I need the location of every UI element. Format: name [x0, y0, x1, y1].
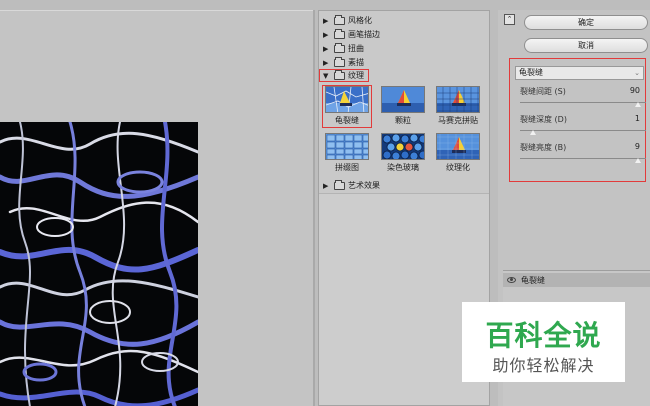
- folder-open-icon: [334, 69, 345, 80]
- preview-divider[interactable]: [313, 10, 315, 406]
- filter-select-dropdown[interactable]: 龟裂缝 ⌄: [515, 66, 644, 80]
- param-label-crack-spacing: 裂缝间距 (S): [520, 87, 566, 96]
- category-sketch[interactable]: ▶ 素描: [323, 56, 364, 69]
- param-label-crack-depth: 裂缝深度 (D): [520, 115, 567, 124]
- preview-image: [0, 122, 198, 406]
- category-stylize[interactable]: ▶ 风格化: [323, 14, 372, 27]
- category-label: 画笔描边: [348, 30, 380, 39]
- thumb-texturizer[interactable]: [436, 133, 480, 160]
- param-value-crack-spacing[interactable]: 90: [610, 86, 640, 95]
- preview-area[interactable]: [0, 10, 313, 406]
- category-distort[interactable]: ▶ 扭曲: [323, 42, 364, 55]
- cancel-button[interactable]: 取消: [524, 38, 648, 53]
- expand-arrow-icon: ▶: [323, 58, 329, 67]
- thumb-label-stained-glass: 染色玻璃: [387, 163, 419, 172]
- category-label: 纹理: [348, 71, 364, 80]
- visibility-eye-icon[interactable]: [507, 277, 516, 283]
- folder-icon: [334, 56, 345, 67]
- watermark-logo: 百科全说 助你轻松解决: [462, 302, 625, 382]
- chevron-down-icon: ⌄: [634, 69, 640, 77]
- effect-layer-row[interactable]: 龟裂缝: [503, 273, 650, 287]
- thumb-patchwork[interactable]: [325, 133, 369, 160]
- filter-select-value: 龟裂缝: [519, 68, 543, 77]
- effect-layer-name: 龟裂缝: [521, 275, 545, 285]
- expand-arrow-icon: ▶: [323, 16, 329, 25]
- watermark-title: 百科全说: [485, 319, 602, 352]
- watermark-subtitle: 助你轻松解决: [492, 356, 595, 375]
- category-label: 艺术效果: [348, 181, 380, 190]
- category-artistic[interactable]: ▶ 艺术效果: [323, 179, 380, 192]
- thumb-stained-glass[interactable]: [381, 133, 425, 160]
- ok-button[interactable]: 确定: [524, 15, 648, 30]
- category-label: 扭曲: [348, 44, 364, 53]
- expand-arrow-icon: ▶: [323, 30, 329, 39]
- slider-handle-crack-depth[interactable]: [529, 130, 536, 135]
- expand-arrow-icon: ▶: [323, 44, 329, 53]
- category-brush-strokes[interactable]: ▶ 画笔描边: [323, 28, 380, 41]
- thumb-label-mosaic-tiles: 马赛克拼贴: [438, 116, 478, 125]
- folder-icon: [334, 14, 345, 25]
- slider-track-crack-spacing[interactable]: [520, 102, 646, 103]
- thumb-label-craquelure: 龟裂缝: [335, 116, 359, 125]
- slider-handle-crack-brightness[interactable]: [635, 158, 642, 163]
- param-value-crack-depth[interactable]: 1: [610, 114, 640, 123]
- slider-track-crack-depth[interactable]: [520, 130, 646, 131]
- thumb-craquelure[interactable]: [325, 86, 369, 113]
- category-texture[interactable]: ▼ 纹理: [319, 69, 369, 82]
- thumb-grain[interactable]: [381, 86, 425, 113]
- param-value-crack-brightness[interactable]: 9: [610, 142, 640, 151]
- folder-icon: [334, 42, 345, 53]
- expand-arrow-icon: ▶: [323, 181, 329, 190]
- thumb-label-grain: 颗粒: [395, 116, 411, 125]
- thumb-label-patchwork: 拼缀图: [335, 163, 359, 172]
- folder-icon: [334, 28, 345, 39]
- thumb-mosaic-tiles[interactable]: [436, 86, 480, 113]
- category-label: 风格化: [348, 16, 372, 25]
- thumb-label-texturizer: 纹理化: [446, 163, 470, 172]
- slider-handle-crack-spacing[interactable]: [635, 102, 642, 107]
- slider-track-crack-brightness[interactable]: [520, 158, 646, 159]
- collapse-gallery-icon[interactable]: ⌃: [504, 14, 515, 25]
- category-label: 素描: [348, 58, 364, 67]
- collapse-arrow-icon: ▼: [323, 71, 329, 80]
- folder-icon: [334, 179, 345, 190]
- param-label-crack-brightness: 裂缝亮度 (B): [520, 143, 567, 152]
